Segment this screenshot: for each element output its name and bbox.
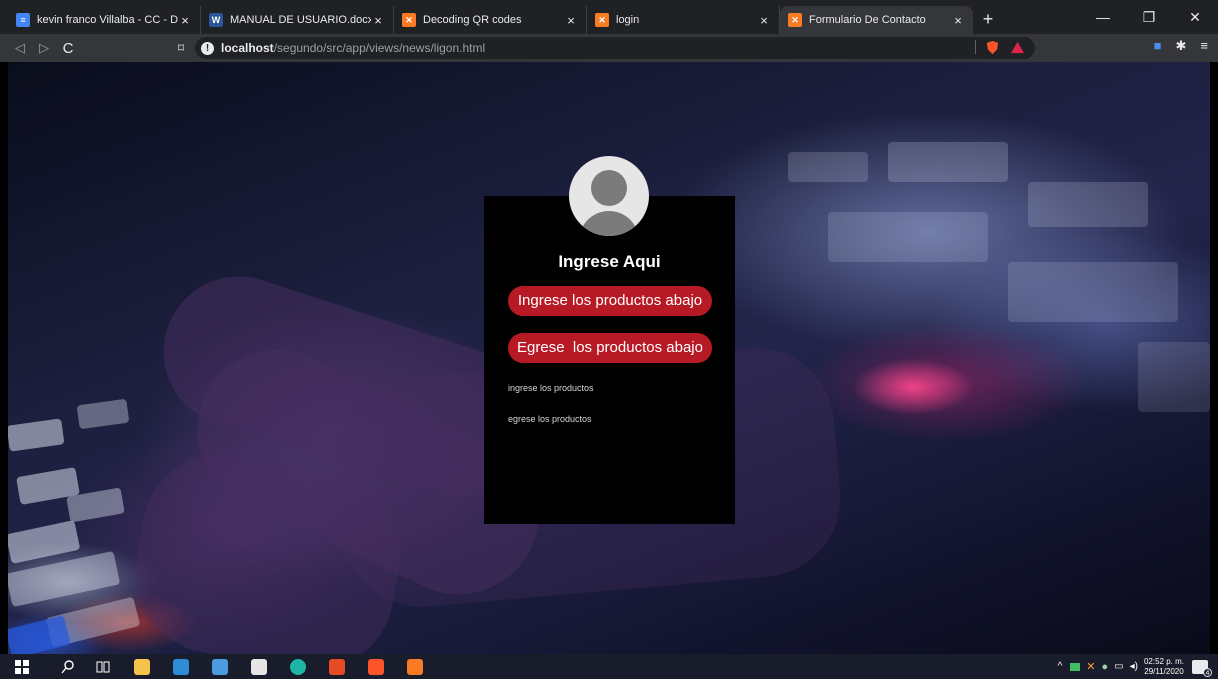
tab-docs[interactable]: ≡ kevin franco Villalba - CC - Docum ×	[8, 6, 201, 34]
close-icon[interactable]: ×	[757, 13, 771, 28]
clock-time: 02:52 p. m.	[1143, 656, 1184, 666]
forward-icon[interactable]: ▷	[32, 40, 56, 56]
clock[interactable]: 02:52 p. m. 29/11/2020	[1144, 657, 1184, 677]
ingrese-productos-link[interactable]: ingrese los productos	[508, 383, 594, 393]
file-explorer-icon[interactable]	[134, 659, 150, 675]
brave-rewards-icon[interactable]	[1010, 40, 1025, 55]
login-title: Ingrese Aqui	[558, 252, 661, 271]
restore-icon[interactable]: ❐	[1126, 0, 1172, 34]
toolbar: ◁ ▷ C ⌑ ! localhost /segundo/src/app/vie…	[0, 34, 1218, 62]
notification-icon[interactable]: 4	[1192, 659, 1212, 677]
xampp-icon: ✕	[595, 13, 609, 27]
windows-start-icon[interactable]	[14, 659, 30, 675]
photos-icon[interactable]	[212, 659, 228, 675]
brave-icon[interactable]	[368, 659, 384, 675]
toolbar-divider	[975, 40, 976, 54]
xampp-icon: ✕	[788, 13, 802, 27]
minimize-icon[interactable]: —	[1080, 0, 1126, 34]
egrese-productos-button[interactable]: Egrese los productos abajo	[508, 333, 712, 363]
taskbar: ^ ✕ ● ▭ ◂) 02:52 p. m. 29/11/2020 4	[0, 654, 1218, 679]
notification-count: 4	[1203, 667, 1212, 677]
egrese-productos-link[interactable]: egrese los productos	[508, 414, 592, 424]
new-tab-button[interactable]: +	[973, 6, 1003, 34]
puzzle-icon[interactable]: ✱	[1176, 38, 1187, 54]
edge-icon[interactable]	[290, 659, 306, 675]
xampp-icon: ✕	[402, 13, 416, 27]
word-icon: W	[209, 13, 223, 27]
chevron-up-icon[interactable]: ^	[1058, 661, 1063, 672]
office-icon[interactable]	[329, 659, 345, 675]
tab-title: MANUAL DE USUARIO.docx	[230, 14, 371, 26]
info-icon[interactable]: !	[201, 41, 214, 55]
system-tray: ^ ✕ ● ▭ ◂) 02:52 p. m. 29/11/2020 4	[1058, 654, 1218, 679]
network-icon[interactable]: ▭	[1114, 661, 1123, 672]
user-avatar-icon	[569, 156, 649, 236]
store-icon[interactable]	[251, 659, 267, 675]
tab-title: kevin franco Villalba - CC - Docum	[37, 14, 178, 26]
tab-strip: ≡ kevin franco Villalba - CC - Docum × W…	[0, 0, 1218, 34]
tab-contacto[interactable]: ✕ Formulario De Contacto ×	[780, 6, 973, 34]
battery-icon[interactable]	[1070, 662, 1081, 671]
close-icon[interactable]: ×	[564, 13, 578, 28]
brave-shield-icon[interactable]	[985, 40, 1000, 55]
xampp-tray-icon[interactable]: ✕	[1086, 660, 1095, 673]
address-bar[interactable]: ! localhost /segundo/src/app/views/news/…	[195, 37, 1035, 59]
url-path: /segundo/src/app/views/news/ligon.html	[273, 41, 486, 55]
ingrese-productos-button[interactable]: Ingrese los productos abajo	[508, 286, 712, 316]
close-icon[interactable]: ×	[371, 13, 385, 28]
extension-area: ■ ✱ ≡	[1154, 38, 1208, 54]
tab-title: Decoding QR codes	[423, 14, 522, 26]
close-window-icon[interactable]: ✕	[1172, 0, 1218, 34]
tab-title: login	[616, 14, 640, 26]
window-controls: — ❐ ✕	[1080, 0, 1218, 34]
menu-icon[interactable]: ≡	[1200, 38, 1208, 54]
translate-extension-icon[interactable]: ■	[1154, 38, 1162, 54]
mail-icon[interactable]	[173, 659, 189, 675]
tab-title: Formulario De Contacto	[809, 14, 926, 26]
reload-icon[interactable]: C	[56, 40, 80, 57]
antivirus-icon[interactable]: ●	[1102, 661, 1109, 673]
search-icon[interactable]	[60, 659, 76, 675]
tab-login[interactable]: ✕ login ×	[587, 6, 780, 34]
clock-date: 29/11/2020	[1144, 666, 1184, 676]
close-icon[interactable]: ×	[951, 13, 965, 28]
volume-icon[interactable]: ◂)	[1130, 661, 1138, 672]
google-docs-icon: ≡	[16, 13, 30, 27]
tab-qr[interactable]: ✕ Decoding QR codes ×	[394, 6, 587, 34]
bookmark-icon[interactable]: ⌑	[170, 41, 192, 55]
back-icon[interactable]: ◁	[8, 40, 32, 56]
xampp-icon[interactable]	[407, 659, 423, 675]
tab-manual[interactable]: W MANUAL DE USUARIO.docx ×	[201, 6, 394, 34]
task-view-icon[interactable]	[95, 659, 111, 675]
close-icon[interactable]: ×	[178, 13, 192, 28]
url-host: localhost	[221, 41, 274, 55]
